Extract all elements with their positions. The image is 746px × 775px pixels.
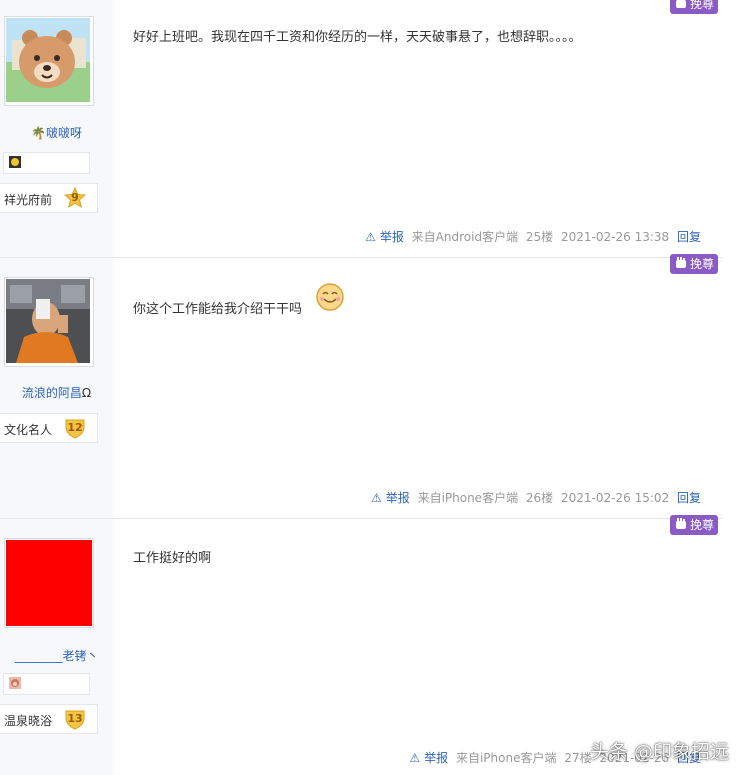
post-time: 2021-02-26 15:02 bbox=[561, 491, 670, 505]
post-26: 流浪的阿昌Ω 文化名人 12 你这个工作能给我介绍干干吗 ⚠ 举报 来自iPhon… bbox=[0, 254, 723, 518]
username[interactable]: 🌴啵啵呀 bbox=[0, 124, 113, 141]
author-panel: 🌴啵啵呀 祥光府前 9 bbox=[0, 0, 113, 257]
post-content: 工作挺好的啊 bbox=[133, 551, 212, 566]
level-shield-icon: 13 bbox=[64, 708, 86, 730]
floor-number: 26楼 bbox=[525, 491, 554, 505]
level-name: 祥光府前 bbox=[4, 193, 53, 207]
palm-icon: 🌴 bbox=[31, 126, 46, 140]
author-panel: ________老铐丶 温泉晓浴 13 bbox=[0, 519, 113, 775]
post-content: 好好上班吧。我现在四千工资和你经历的一样，天天破事悬了，也想辞职。。。。 bbox=[133, 30, 582, 45]
monkey-badge-icon bbox=[9, 677, 21, 689]
client-source: 来自iPhone客户端 bbox=[417, 491, 519, 505]
post-25: 🌴啵啵呀 祥光府前 9 好好上班吧。我现在四千工资和你经历的一样，天天破事悬了，… bbox=[0, 0, 723, 257]
post-footer: ⚠ 举报 来自Android客户端 25楼 2021-02-26 13:38 回复 bbox=[357, 228, 701, 245]
post-footer: ⚠ 举报 来自iPhone客户端 26楼 2021-02-26 15:02 回复 bbox=[363, 489, 701, 506]
author-panel: 流浪的阿昌Ω 文化名人 12 bbox=[0, 258, 113, 518]
level-box: 温泉晓浴 13 bbox=[0, 704, 98, 734]
sun-badge-icon bbox=[9, 156, 21, 168]
level-box: 文化名人 12 bbox=[0, 413, 98, 443]
level-name: 温泉晓浴 bbox=[4, 714, 53, 728]
client-source: 来自iPhone客户端 bbox=[455, 751, 557, 765]
username[interactable]: ________老铐丶 bbox=[0, 647, 113, 664]
client-source: 来自Android客户端 bbox=[411, 230, 519, 244]
level-shield-icon: 12 bbox=[64, 417, 86, 439]
zan-button[interactable]: 挽尊 bbox=[670, 254, 718, 274]
reply-link[interactable]: 回复 bbox=[677, 491, 701, 505]
warning-icon: ⚠ bbox=[409, 751, 421, 765]
badge-row bbox=[3, 673, 90, 695]
warning-icon: ⚠ bbox=[365, 230, 376, 244]
smile-emoji-icon bbox=[316, 283, 344, 311]
level-box: 祥光府前 9 bbox=[0, 183, 98, 213]
username[interactable]: 流浪的阿昌Ω bbox=[0, 384, 113, 401]
omega-icon: Ω bbox=[81, 386, 92, 400]
reply-link[interactable]: 回复 bbox=[677, 230, 701, 244]
badge-row bbox=[3, 152, 90, 174]
post-body bbox=[113, 258, 723, 518]
hand-icon bbox=[676, 0, 686, 8]
zan-button[interactable]: 挽尊 bbox=[670, 515, 718, 535]
level-star-icon: 9 bbox=[63, 186, 87, 209]
level-name: 文化名人 bbox=[4, 423, 53, 437]
zan-button[interactable]: 挽尊 bbox=[670, 0, 718, 14]
hand-icon bbox=[676, 518, 686, 529]
floor-number: 27楼 bbox=[564, 751, 592, 765]
avatar[interactable] bbox=[4, 277, 94, 367]
warning-icon: ⚠ bbox=[370, 491, 382, 505]
report-link[interactable]: ⚠ 举报 bbox=[367, 491, 410, 505]
hand-icon bbox=[676, 257, 686, 268]
watermark: 头条 @印象招远 bbox=[590, 741, 730, 763]
post-content: 你这个工作能给我介绍干干吗 bbox=[133, 283, 344, 317]
report-link[interactable]: ⚠ 举报 bbox=[405, 751, 448, 765]
avatar[interactable] bbox=[4, 16, 94, 106]
avatar[interactable] bbox=[4, 538, 94, 628]
floor-number: 25楼 bbox=[525, 230, 554, 244]
report-link[interactable]: ⚠ 举报 bbox=[361, 230, 404, 244]
post-time: 2021-02-26 13:38 bbox=[561, 230, 670, 244]
